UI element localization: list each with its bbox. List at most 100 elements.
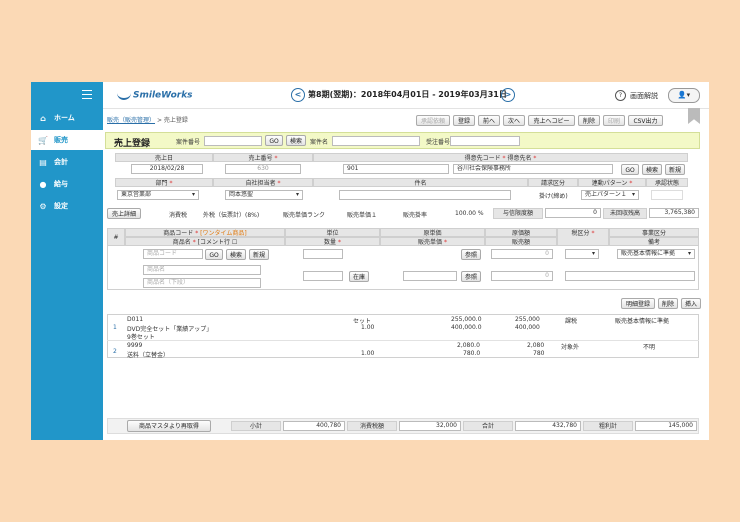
top-bar: SmileWorks < 第8期(翌期)：2018年04月01日 - 2019年… <box>103 82 709 109</box>
sidebar: ⌂ ホーム 🛒 販売 ▤ 会計 ● 給与 ⚙ 設定 <box>31 82 103 440</box>
row-business: 販売基本情報に準拠 <box>615 318 670 325</box>
sidebar-item-settings[interactable]: ⚙ 設定 <box>31 196 103 216</box>
note-input[interactable] <box>565 271 695 281</box>
copy-to-sales-button[interactable]: 売上へコピー <box>528 115 575 126</box>
cost-amount-input[interactable]: 0 <box>491 249 553 259</box>
menu-icon[interactable] <box>82 90 92 102</box>
tax-class-header: 税区分 * <box>557 228 609 246</box>
row-qty: 1.00 <box>361 324 375 331</box>
staff-select[interactable]: 岡本悠聖 <box>225 190 303 200</box>
tax-amount-label: 消費税額 <box>347 421 397 431</box>
price-ref-button[interactable]: 参照 <box>461 271 481 282</box>
detail-insert-button[interactable]: 挿入 <box>681 298 701 309</box>
bookmark-icon[interactable] <box>688 108 700 124</box>
unit-header: 単位 <box>285 228 380 237</box>
qty-header: 数量 * <box>285 237 380 246</box>
tax-amount-value: 32,000 <box>399 421 461 431</box>
subject-input[interactable] <box>339 190 511 200</box>
sidebar-item-accounting[interactable]: ▤ 会計 <box>31 152 103 172</box>
product-name-input[interactable]: 商品名 <box>143 265 261 275</box>
tax-value: 外税（伝票計）(8%) <box>203 212 260 219</box>
sales-date-input[interactable]: 2018/02/28 <box>131 164 203 174</box>
detail-register-button[interactable]: 明細登録 <box>621 298 655 309</box>
tax-class-select[interactable]: ▾ <box>565 249 599 259</box>
detail-delete-button[interactable]: 削除 <box>658 298 678 309</box>
product-new-button[interactable]: 新規 <box>249 249 269 260</box>
next-record-button[interactable]: 次へ <box>503 115 525 126</box>
unit-input[interactable] <box>303 249 343 259</box>
user-menu-button[interactable]: 👤▾ <box>668 88 700 103</box>
row-divider <box>107 340 699 341</box>
app-logo[interactable]: SmileWorks <box>117 90 193 101</box>
sale-amount-input[interactable]: 0 <box>491 271 553 281</box>
linkage-select[interactable]: 売上パターン１ <box>581 190 639 200</box>
case-go-button[interactable]: GO <box>265 135 283 146</box>
main-content: 販売（販売管理） > 売上登録 承認依頼 登録 前へ 次へ 売上へコピー 削除 … <box>103 108 709 440</box>
sale-price-header: 販売単価 * <box>380 237 485 246</box>
approval-request-button[interactable]: 承認依頼 <box>416 115 450 126</box>
product-code-header: 商品コード * [ワンタイム商品] <box>125 228 285 237</box>
cost-ref-button[interactable]: 参照 <box>461 249 481 260</box>
row-number: 2 <box>113 348 117 355</box>
case-search-button[interactable]: 検索 <box>286 135 306 146</box>
sales-detail-button[interactable]: 売上詳細 <box>107 208 141 219</box>
logo-swoosh-icon <box>117 90 131 100</box>
prev-record-button[interactable]: 前へ <box>478 115 500 126</box>
customer-new-button[interactable]: 新規 <box>665 164 685 175</box>
detail-table <box>107 314 699 358</box>
credit-limit-label: 与信限度額 <box>493 208 543 219</box>
total-label: 合計 <box>463 421 513 431</box>
case-no-label: 案件番号 <box>176 139 201 146</box>
subtotal-value: 400,780 <box>283 421 345 431</box>
case-no-input[interactable] <box>204 136 262 146</box>
row-business: 不明 <box>643 344 656 351</box>
customer-header: 得意先コード * 得意先名 * <box>313 153 688 162</box>
product-name2-input[interactable]: 商品名（下段） <box>143 278 261 288</box>
gear-icon: ⚙ <box>39 201 47 211</box>
prev-period-button[interactable]: < <box>291 88 305 102</box>
order-no-input[interactable] <box>450 136 520 146</box>
billing-header: 請求区分 <box>528 178 578 187</box>
note-header: 備考 <box>609 237 699 246</box>
product-code-input[interactable]: 商品コード <box>143 249 203 259</box>
product-search-button[interactable]: 検索 <box>226 249 246 260</box>
next-period-button[interactable]: > <box>501 88 515 102</box>
customer-code-input[interactable]: 901 <box>343 164 449 174</box>
sidebar-item-label: ホーム <box>54 114 75 122</box>
csv-export-button[interactable]: CSV出力 <box>628 115 663 126</box>
stock-button[interactable]: 在庫 <box>349 271 369 282</box>
sidebar-item-payroll[interactable]: ● 給与 <box>31 174 103 194</box>
row-sale-amount: 400,000 <box>515 324 540 331</box>
sidebar-item-home[interactable]: ⌂ ホーム <box>31 108 103 128</box>
sales-no-header: 売上番号 * <box>213 153 313 162</box>
case-name-label: 案件名 <box>310 139 329 146</box>
customer-name-input[interactable]: 谷川社会保険事務所 <box>453 164 613 174</box>
help-link[interactable]: ? 画面解説 <box>615 90 658 101</box>
row-qty: 1.00 <box>361 350 375 357</box>
breadcrumb-parent-link[interactable]: 販売（販売管理） <box>107 117 155 124</box>
sales-no-input[interactable]: 630 <box>225 164 301 174</box>
customer-go-button[interactable]: GO <box>621 164 639 175</box>
business-select[interactable]: 販売基本情報に準拠 <box>617 249 695 259</box>
row-price: 780.0 <box>463 350 481 357</box>
reacquire-button[interactable]: 商品マスタより再取得 <box>127 420 211 432</box>
delete-button[interactable]: 削除 <box>578 115 600 126</box>
page-title: 売上登録 <box>114 139 151 149</box>
qty-input[interactable] <box>303 271 343 281</box>
sidebar-item-label: 会計 <box>54 158 68 166</box>
customer-search-button[interactable]: 検索 <box>642 164 662 175</box>
sale-price-input[interactable] <box>403 271 457 281</box>
sidebar-item-sales[interactable]: 🛒 販売 <box>31 130 103 150</box>
row-code: 9999 <box>127 342 143 349</box>
rate-label: 販売掛率 <box>403 212 428 219</box>
dept-select[interactable]: 東京営業部 <box>117 190 199 200</box>
breadcrumb: 販売（販売管理） > 売上登録 <box>107 115 188 124</box>
row-price: 400,000.0 <box>451 324 482 331</box>
gross-profit-label: 粗利計 <box>583 421 633 431</box>
register-button[interactable]: 登録 <box>453 115 475 126</box>
product-go-button[interactable]: GO <box>205 249 223 260</box>
print-button[interactable]: 印刷 <box>603 115 625 126</box>
fiscal-period: 第8期(翌期)：2018年04月01日 - 2019年03月31日 <box>308 90 507 99</box>
case-name-input[interactable] <box>332 136 420 146</box>
sidebar-item-label: 設定 <box>54 202 68 210</box>
